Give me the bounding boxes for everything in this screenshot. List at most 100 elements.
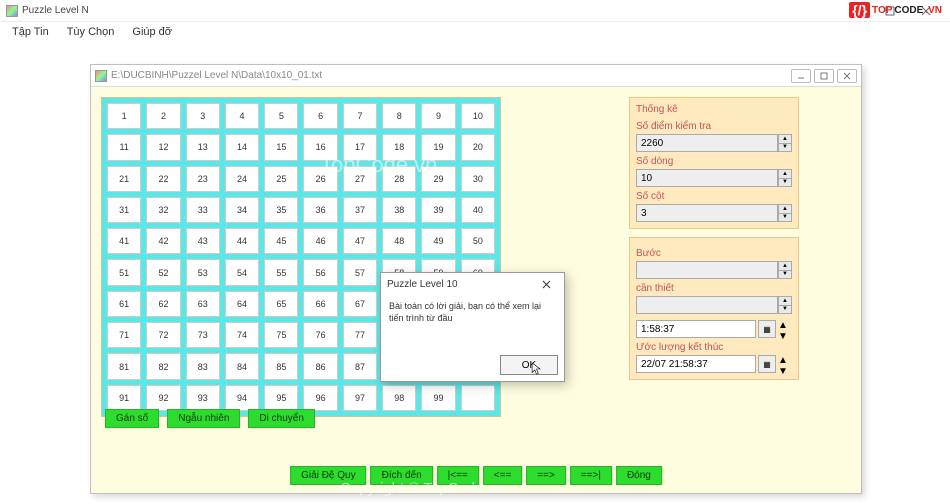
- move-button[interactable]: Di chuyển: [248, 409, 314, 428]
- grid-cell[interactable]: 76: [303, 322, 337, 348]
- spin-down-icon[interactable]: ▼: [778, 270, 792, 280]
- dialog-close-button[interactable]: [534, 275, 558, 293]
- grid-cell[interactable]: 73: [186, 322, 220, 348]
- grid-cell[interactable]: 72: [146, 322, 180, 348]
- grid-cell[interactable]: 54: [225, 259, 259, 285]
- next-button[interactable]: ==>: [526, 466, 566, 485]
- grid-cell[interactable]: 8: [382, 103, 416, 129]
- close-panel-button[interactable]: Đóng: [616, 466, 662, 485]
- grid-cell[interactable]: 99: [421, 385, 455, 411]
- assign-button[interactable]: Gán số: [105, 409, 159, 428]
- grid-cell[interactable]: 5: [264, 103, 298, 129]
- grid-cell[interactable]: 44: [225, 228, 259, 254]
- menu-file[interactable]: Tập Tin: [4, 24, 57, 40]
- rows-input[interactable]: [636, 169, 778, 187]
- cols-spinner[interactable]: ▲▼: [636, 204, 792, 222]
- grid-cell[interactable]: 24: [225, 166, 259, 192]
- grid-cell[interactable]: 30: [461, 166, 495, 192]
- grid-cell[interactable]: 10: [461, 103, 495, 129]
- grid-cell[interactable]: 38: [382, 197, 416, 223]
- grid-cell[interactable]: 35: [264, 197, 298, 223]
- grid-cell[interactable]: 84: [225, 353, 259, 379]
- grid-cell[interactable]: 96: [303, 385, 337, 411]
- grid-cell[interactable]: 83: [186, 353, 220, 379]
- grid-cell[interactable]: 50: [461, 228, 495, 254]
- grid-cell[interactable]: 47: [343, 228, 377, 254]
- grid-cell[interactable]: 2: [146, 103, 180, 129]
- grid-cell[interactable]: 75: [264, 322, 298, 348]
- points-input[interactable]: [636, 134, 778, 152]
- grid-cell[interactable]: 27: [343, 166, 377, 192]
- grid-cell[interactable]: 94: [225, 385, 259, 411]
- dt-input-2[interactable]: [636, 355, 756, 373]
- spin-down-icon[interactable]: ▼: [778, 366, 792, 377]
- dialog-ok-button[interactable]: OK: [500, 355, 558, 375]
- grid-cell[interactable]: 52: [146, 259, 180, 285]
- grid-cell[interactable]: 33: [186, 197, 220, 223]
- grid-cell[interactable]: 15: [264, 134, 298, 160]
- grid-cell[interactable]: 1: [107, 103, 141, 129]
- grid-cell[interactable]: 95: [264, 385, 298, 411]
- grid-cell[interactable]: 14: [225, 134, 259, 160]
- grid-cell[interactable]: 74: [225, 322, 259, 348]
- spin-down-icon[interactable]: ▼: [778, 178, 792, 188]
- grid-cell[interactable]: 39: [421, 197, 455, 223]
- grid-cell[interactable]: 49: [421, 228, 455, 254]
- first-button[interactable]: |<==: [437, 466, 479, 485]
- grid-cell[interactable]: 86: [303, 353, 337, 379]
- spin-down-icon[interactable]: ▼: [778, 305, 792, 315]
- grid-cell[interactable]: 66: [303, 291, 337, 317]
- grid-cell[interactable]: 31: [107, 197, 141, 223]
- grid-cell[interactable]: 87: [343, 353, 377, 379]
- grid-cell[interactable]: 40: [461, 197, 495, 223]
- grid-cell[interactable]: 57: [343, 259, 377, 285]
- datetime-row-1[interactable]: ▦▲▼: [636, 320, 792, 338]
- grid-cell[interactable]: 85: [264, 353, 298, 379]
- grid-cell[interactable]: 93: [186, 385, 220, 411]
- dest-button[interactable]: Đích đến: [371, 466, 433, 485]
- spin-down-icon[interactable]: ▼: [778, 213, 792, 223]
- grid-cell[interactable]: 62: [146, 291, 180, 317]
- grid-cell[interactable]: 53: [186, 259, 220, 285]
- grid-cell[interactable]: 71: [107, 322, 141, 348]
- grid-cell[interactable]: 67: [343, 291, 377, 317]
- spin-down-icon[interactable]: ▼: [778, 143, 792, 153]
- solve-button[interactable]: Giải Đệ Quy: [290, 466, 366, 485]
- grid-cell[interactable]: 28: [382, 166, 416, 192]
- grid-cell[interactable]: 9: [421, 103, 455, 129]
- grid-cell[interactable]: 32: [146, 197, 180, 223]
- grid-cell[interactable]: 16: [303, 134, 337, 160]
- spin-up-icon[interactable]: ▲: [778, 204, 792, 213]
- spin-up-icon[interactable]: ▲: [778, 134, 792, 143]
- grid-cell[interactable]: 12: [146, 134, 180, 160]
- grid-cell[interactable]: [461, 385, 495, 411]
- grid-cell[interactable]: 46: [303, 228, 337, 254]
- dt-input-1[interactable]: [636, 320, 756, 338]
- datetime-row-2[interactable]: ▦▲▼: [636, 355, 792, 373]
- last-button[interactable]: ==>|: [570, 466, 612, 485]
- grid-cell[interactable]: 6: [303, 103, 337, 129]
- grid-cell[interactable]: 65: [264, 291, 298, 317]
- grid-cell[interactable]: 7: [343, 103, 377, 129]
- spin-up-icon[interactable]: ▲: [778, 296, 792, 305]
- grid-cell[interactable]: 98: [382, 385, 416, 411]
- grid-cell[interactable]: 17: [343, 134, 377, 160]
- points-spinner[interactable]: ▲▼: [636, 134, 792, 152]
- grid-cell[interactable]: 19: [421, 134, 455, 160]
- grid-cell[interactable]: 81: [107, 353, 141, 379]
- grid-cell[interactable]: 64: [225, 291, 259, 317]
- spin-up-icon[interactable]: ▲: [778, 261, 792, 270]
- grid-cell[interactable]: 97: [343, 385, 377, 411]
- grid-cell[interactable]: 43: [186, 228, 220, 254]
- grid-cell[interactable]: 48: [382, 228, 416, 254]
- cols-input[interactable]: [636, 204, 778, 222]
- grid-cell[interactable]: 26: [303, 166, 337, 192]
- grid-cell[interactable]: 11: [107, 134, 141, 160]
- grid-cell[interactable]: 45: [264, 228, 298, 254]
- grid-cell[interactable]: 63: [186, 291, 220, 317]
- prev-button[interactable]: <==: [483, 466, 523, 485]
- grid-cell[interactable]: 41: [107, 228, 141, 254]
- step-input-1[interactable]: [636, 261, 778, 279]
- random-button[interactable]: Ngẫu nhiên: [167, 409, 240, 428]
- grid-cell[interactable]: 3: [186, 103, 220, 129]
